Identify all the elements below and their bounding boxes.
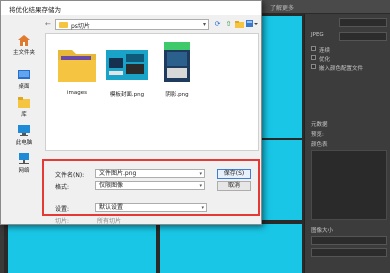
settings-panel: JPEG 连续 优化 嵌入颜色配置文件 元数据 预览: 颜色表 图像大小 [304,14,390,273]
file-name: images [67,90,87,96]
library-icon [18,97,30,108]
file-item-image[interactable]: 阴影.png [152,38,202,98]
size-field[interactable] [311,248,387,257]
preset-select[interactable] [339,18,387,27]
panel-label: 嵌入颜色配置文件 [319,66,364,72]
file-item-folder[interactable]: images [52,38,102,98]
color-table [311,150,387,220]
panel-label: 连续 [319,48,331,54]
address-bar[interactable]: ps切片 ▾ [55,19,209,30]
folder-icon [58,50,96,82]
dialog-title: 将优化结果存储为 [9,6,61,14]
sidebar-item-library[interactable]: 库 [4,95,44,121]
checkbox[interactable] [311,55,316,60]
sidebar-item-label: 库 [21,112,27,118]
sidebar-item-label: 此电脑 [15,140,33,146]
chevron-down-icon[interactable]: ▾ [203,21,206,28]
network-icon [19,153,29,164]
sidebar-item-this-pc[interactable]: 此电脑 [4,123,44,149]
file-name: 模板封面.png [109,92,145,98]
image-thumbnail-icon [106,50,148,80]
panel-label: 颜色表 [311,142,328,148]
preview-tile [262,140,302,220]
folder-icon [59,22,68,28]
sidebar-item-home[interactable]: 主文件夹 [4,33,44,59]
learn-more-link[interactable]: 了解更多 [270,3,294,12]
sidebar-item-label: 网络 [18,168,30,174]
computer-icon [18,125,30,136]
checkbox[interactable] [311,46,316,51]
panel-label: 预览: [311,132,324,138]
image-thumbnail-icon [164,42,190,82]
sidebar-item-network[interactable]: 网络 [4,151,44,177]
file-name: 阴影.png [165,92,189,98]
new-folder-icon[interactable] [235,20,244,29]
slices-value[interactable]: 所有切片 [97,216,121,225]
view-menu-icon[interactable] [246,20,258,29]
address-text: ps切片 [71,23,90,30]
dialog-titlebar[interactable]: 将优化结果存储为 [1,1,261,15]
panel-label: JPEG [311,32,324,38]
slices-label: 切片: [55,218,70,225]
preview-tile [262,16,302,138]
file-view: images 模板封面.png 阴影.png [45,33,259,151]
file-item-image[interactable]: 模板封面.png [102,38,152,98]
places-sidebar: 主文件夹 桌面 库 此电脑 网络 [4,33,44,223]
highlight-box [42,159,260,216]
sidebar-item-desktop[interactable]: 桌面 [4,67,44,93]
panel-label: 优化 [319,57,331,63]
back-button[interactable]: ← [45,20,53,29]
up-folder-icon[interactable]: ⇧ [224,20,233,29]
format-select[interactable] [339,32,387,41]
size-field[interactable] [311,236,387,245]
refresh-icon[interactable]: ⟳ [213,20,222,29]
navigation-bar: ← ps切片 ▾ ⟳ ⇧ [45,19,259,31]
checkbox[interactable] [311,64,316,69]
sidebar-item-label: 主文件夹 [12,50,35,56]
home-icon [18,35,30,46]
save-dialog: 将优化结果存储为 ← ps切片 ▾ ⟳ ⇧ 主文件夹 桌面 库 此电脑 网络 i… [0,0,262,225]
panel-label: 元数据 [311,122,328,128]
preview-tile [8,224,156,273]
panel-label: 图像大小 [311,228,334,234]
screen: 了解更多 JPEG 连续 优化 嵌入颜色配置文件 元数据 预览: 颜色表 图像大… [0,0,390,273]
sidebar-item-label: 桌面 [18,84,30,90]
preview-tile [160,224,302,273]
desktop-icon [18,70,30,79]
